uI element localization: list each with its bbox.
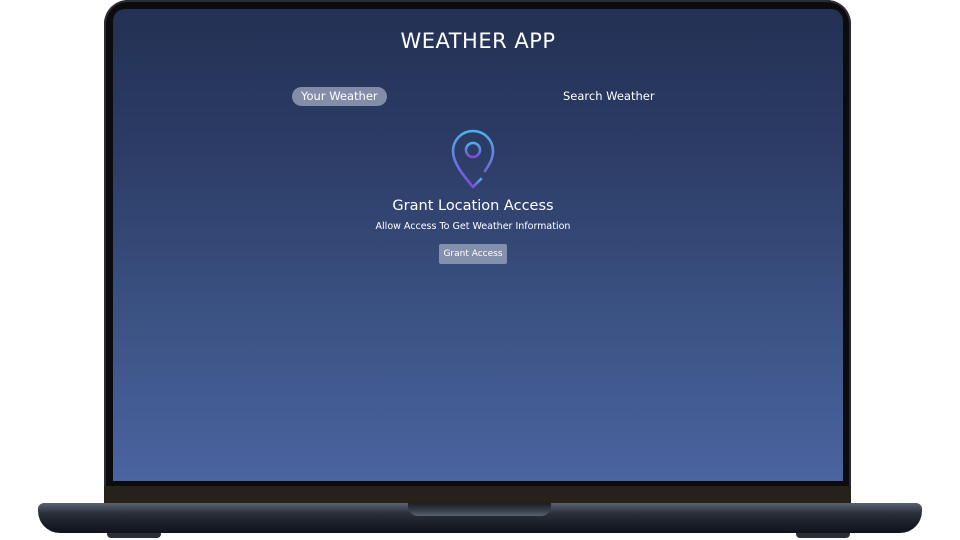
grant-location-subtext: Allow Access To Get Weather Information — [375, 221, 571, 232]
laptop-opening-notch — [408, 503, 551, 516]
grant-location-heading: Grant Location Access — [392, 198, 554, 214]
tab-search-weather[interactable]: Search Weather — [554, 87, 664, 106]
app-title: WEATHER APP — [400, 29, 556, 53]
app-screen: WEATHER APP Your Weather Search Weather … — [113, 9, 843, 481]
grant-access-button[interactable]: Grant Access — [439, 244, 507, 264]
laptop-mockup: WEATHER APP Your Weather Search Weather … — [0, 0, 960, 540]
location-pin-icon — [451, 129, 495, 189]
laptop-foot-left — [107, 533, 161, 538]
laptop-hinge — [104, 486, 851, 504]
laptop-foot-right — [796, 533, 850, 538]
tab-your-weather[interactable]: Your Weather — [292, 87, 387, 106]
